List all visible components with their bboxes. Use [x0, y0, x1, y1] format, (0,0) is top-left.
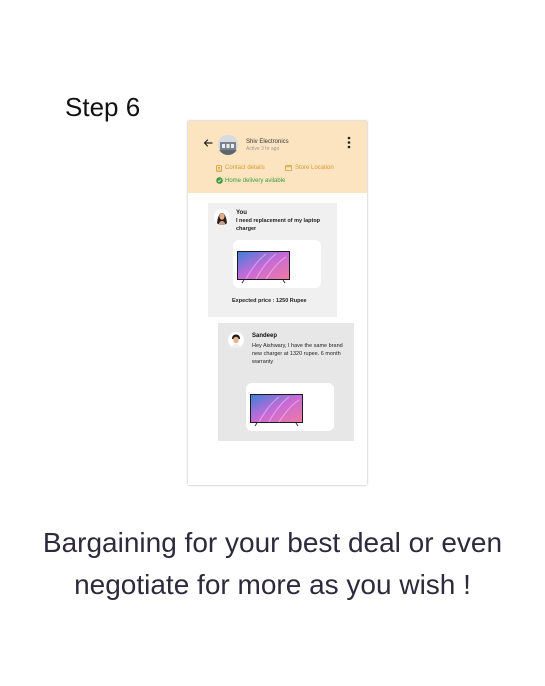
expected-price: Expected price : 1250 Rupee: [232, 298, 307, 304]
message-text: I need replacement of my laptop charger: [236, 218, 321, 232]
check-circle-icon: [216, 177, 223, 184]
tv-icon: [250, 394, 303, 427]
sender-name: You: [236, 210, 247, 216]
store-name: Shiv Electronics: [246, 139, 289, 145]
product-card[interactable]: [246, 383, 334, 431]
home-delivery-info: Home delivery avilable: [216, 177, 285, 184]
product-card[interactable]: [233, 240, 321, 288]
you-avatar: [214, 209, 230, 225]
home-delivery-label: Home delivery avilable: [225, 177, 286, 184]
back-arrow-icon[interactable]: [203, 138, 213, 148]
store-avatar[interactable]: [218, 135, 238, 155]
tv-icon: [237, 251, 290, 284]
step-title: Step 6: [65, 92, 141, 122]
sandeep-avatar: [228, 332, 244, 348]
contact-details-label: Contact details: [225, 165, 265, 171]
step-caption: Bargaining for your best deal or even ne…: [42, 527, 503, 600]
sender-name: Sandeep: [252, 333, 278, 339]
message-bubble-you: You I need replacement of my laptop char…: [208, 203, 337, 317]
store-location-label: Store Location: [295, 165, 334, 171]
contact-details-link[interactable]: Contact details: [216, 163, 265, 173]
more-vertical-icon[interactable]: [347, 136, 351, 149]
contact-icon: [216, 164, 222, 172]
store-status: Active 3 hr ago: [246, 146, 280, 152]
message-bubble-sandeep: Sandeep Hey Aishwary, I have the same br…: [218, 323, 354, 441]
store-location-link[interactable]: Store Location: [285, 163, 334, 173]
message-text: Hey Aishwary, I have the same brand new …: [252, 343, 343, 365]
chat-header: Shiv Electronics Active 3 hr ago Contact…: [188, 121, 367, 193]
chat-screen: Shiv Electronics Active 3 hr ago Contact…: [188, 121, 367, 485]
store-icon: [285, 165, 292, 171]
